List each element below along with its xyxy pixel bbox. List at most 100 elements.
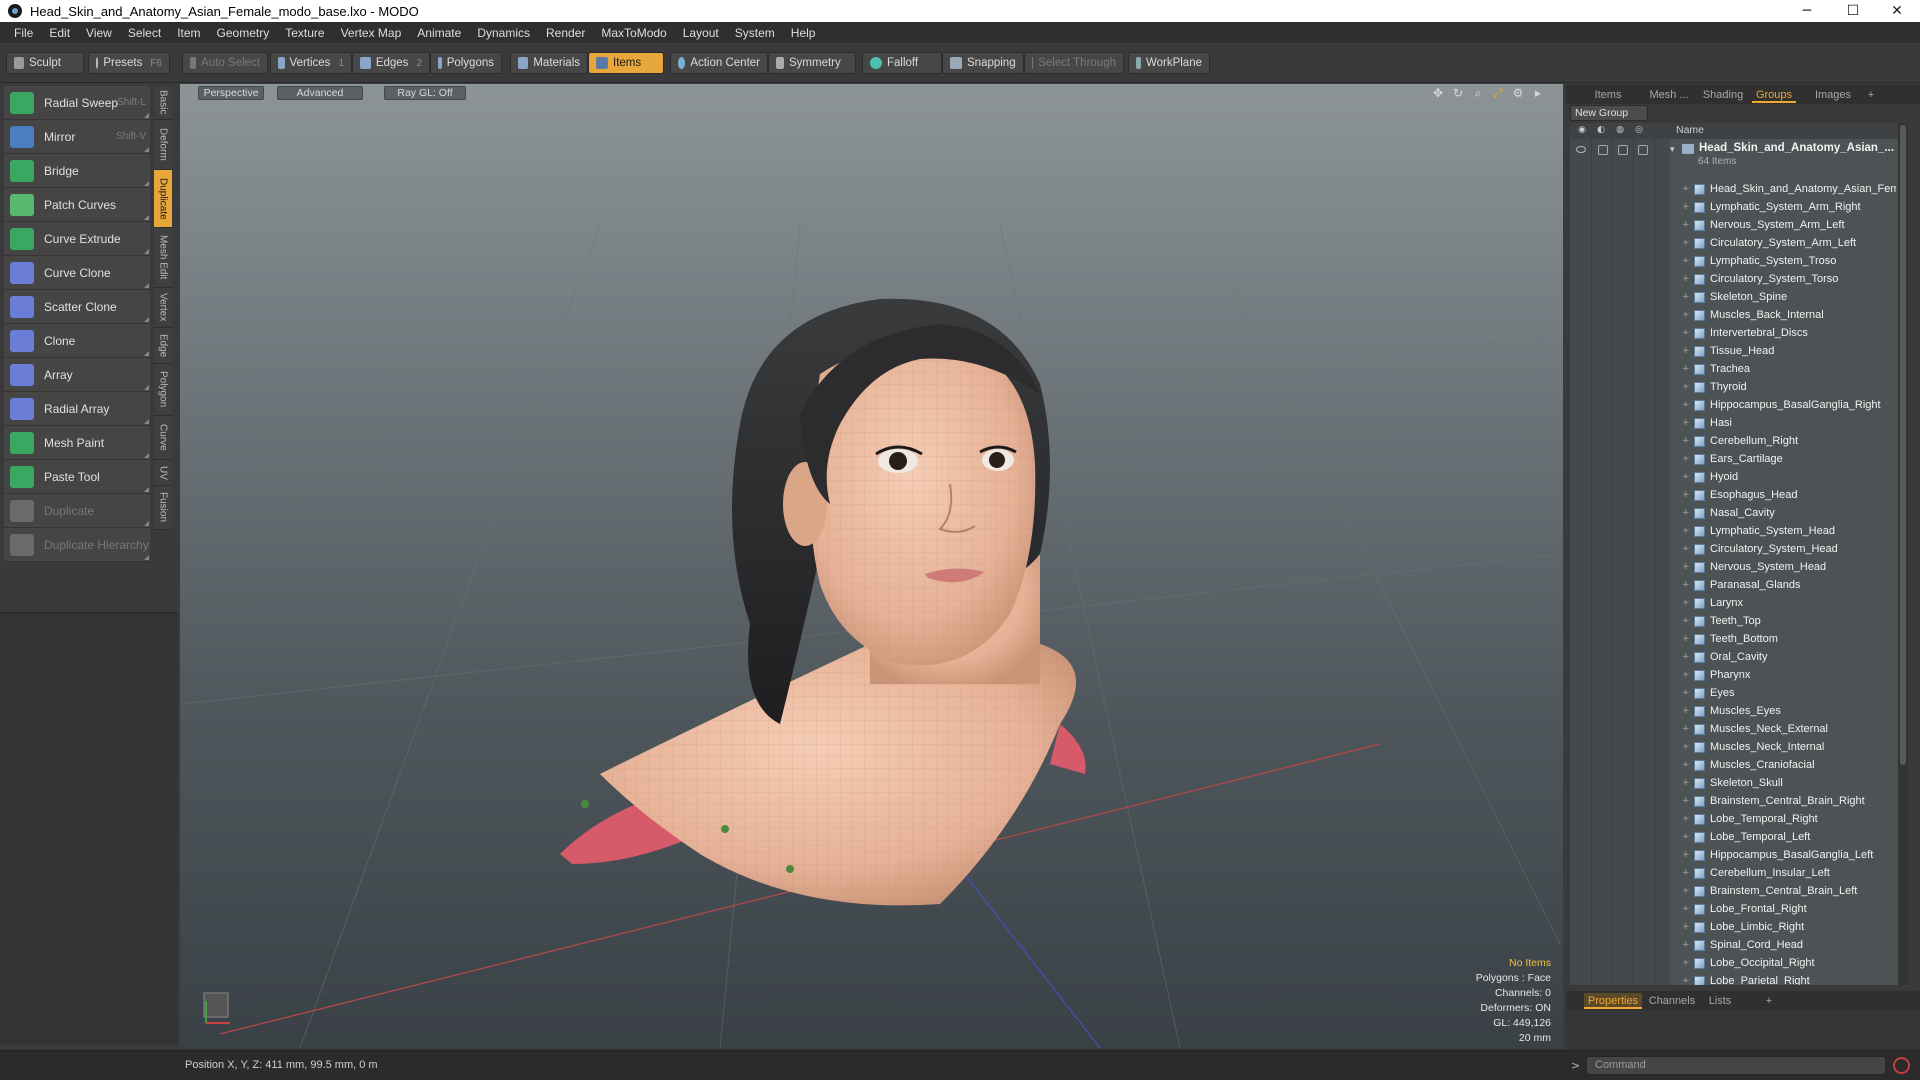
render-toggle-icon[interactable]: ◐	[1594, 125, 1608, 137]
close-button[interactable]: ✕	[1874, 0, 1920, 22]
menu-layout[interactable]: Layout	[675, 26, 727, 40]
tool-radial-sweep[interactable]: Radial Sweep Shift-L	[4, 86, 150, 120]
expand-icon[interactable]: +	[1682, 346, 1690, 356]
tab-add[interactable]: +	[1762, 993, 1776, 1009]
expand-icon[interactable]: +	[1682, 238, 1690, 248]
tree-item[interactable]: + Lobe_Temporal_Right	[1570, 811, 1898, 829]
tab-basic[interactable]: Basic	[154, 86, 172, 120]
tree-item[interactable]: + Intervertebral_Discs	[1570, 325, 1898, 343]
tree-item[interactable]: + Ears_Cartilage	[1570, 451, 1898, 469]
tab-lists[interactable]: Lists	[1700, 993, 1740, 1009]
tree-item[interactable]: + Nasal_Cavity	[1570, 505, 1898, 523]
tree-item[interactable]: + Lobe_Frontal_Right	[1570, 901, 1898, 919]
tree-item[interactable]: + Nervous_System_Arm_Left	[1570, 217, 1898, 235]
tab-vertex[interactable]: Vertex	[154, 288, 172, 328]
expand-icon[interactable]: +	[1682, 670, 1690, 680]
menu-render[interactable]: Render	[538, 26, 593, 40]
expand-icon[interactable]: +	[1682, 832, 1690, 842]
rotate-view-icon[interactable]: ↻	[1451, 86, 1465, 100]
tree-item[interactable]: + Thyroid	[1570, 379, 1898, 397]
group-row[interactable]: ▾ Head_Skin_and_Anatomy_Asian_... 64 Ite…	[1570, 141, 1898, 171]
tool-duplicate-hierarchy[interactable]: Duplicate Hierarchy	[4, 528, 150, 562]
tree-item[interactable]: + Hyoid	[1570, 469, 1898, 487]
expand-icon[interactable]: +	[1682, 598, 1690, 608]
tree-item[interactable]: + Skeleton_Skull	[1570, 775, 1898, 793]
tool-duplicate[interactable]: Duplicate	[4, 494, 150, 528]
expand-icon[interactable]: +	[1682, 814, 1690, 824]
menu-texture[interactable]: Texture	[277, 26, 332, 40]
tool-bridge[interactable]: Bridge	[4, 154, 150, 188]
tab-images[interactable]: Images	[1810, 87, 1856, 103]
view-perspective-tab[interactable]: Perspective	[198, 86, 264, 100]
view-advanced-tab[interactable]: Advanced	[277, 86, 363, 100]
tree-item[interactable]: + Nervous_System_Head	[1570, 559, 1898, 577]
group-select-toggle[interactable]	[1638, 145, 1648, 155]
menu-edit[interactable]: Edit	[41, 26, 78, 40]
menu-help[interactable]: Help	[783, 26, 824, 40]
falloff-button[interactable]: Falloff	[862, 52, 942, 74]
tree-item[interactable]: + Lobe_Limbic_Right	[1570, 919, 1898, 937]
expand-icon[interactable]: +	[1682, 796, 1690, 806]
expand-icon[interactable]: +	[1682, 256, 1690, 266]
tree-item[interactable]: + Trachea	[1570, 361, 1898, 379]
select-icon[interactable]: ◎	[1632, 125, 1646, 137]
expand-icon[interactable]: +	[1682, 274, 1690, 284]
tab-groups[interactable]: Groups	[1752, 87, 1796, 103]
tool-paste-tool[interactable]: Paste Tool	[4, 460, 150, 494]
expand-icon[interactable]: +	[1682, 292, 1690, 302]
expand-icon[interactable]: +	[1682, 364, 1690, 374]
scrollbar-thumb[interactable]	[1900, 125, 1906, 765]
tool-curve-extrude[interactable]: Curve Extrude	[4, 222, 150, 256]
edges-button[interactable]: Edges 2	[352, 52, 430, 74]
snapping-button[interactable]: Snapping	[942, 52, 1024, 74]
menu-system[interactable]: System	[727, 26, 783, 40]
menu-dynamics[interactable]: Dynamics	[469, 26, 538, 40]
tool-clone[interactable]: Clone	[4, 324, 150, 358]
expand-icon[interactable]: +	[1682, 652, 1690, 662]
tool-scatter-clone[interactable]: Scatter Clone	[4, 290, 150, 324]
expand-icon[interactable]: +	[1682, 922, 1690, 932]
sculpt-button[interactable]: Sculpt	[6, 52, 84, 74]
tool-curve-clone[interactable]: Curve Clone	[4, 256, 150, 290]
expand-icon[interactable]: +	[1682, 688, 1690, 698]
tab-polygon[interactable]: Polygon	[154, 364, 172, 416]
expand-icon[interactable]: +	[1682, 400, 1690, 410]
tab-duplicate[interactable]: Duplicate	[154, 170, 172, 228]
collapse-icon[interactable]: ▾	[1670, 145, 1675, 155]
tab-fusion[interactable]: Fusion	[154, 486, 172, 530]
tree-item[interactable]: + Lobe_Occipital_Right	[1570, 955, 1898, 973]
expand-icon[interactable]: +	[1682, 454, 1690, 464]
tree-item[interactable]: + Spinal_Cord_Head	[1570, 937, 1898, 955]
tree-item[interactable]: + Muscles_Back_Internal	[1570, 307, 1898, 325]
expand-icon[interactable]: +	[1682, 202, 1690, 212]
tree-item[interactable]: + Tissue_Head	[1570, 343, 1898, 361]
tree-item[interactable]: + Lobe_Parietal_Right	[1570, 973, 1898, 985]
auto-select-button[interactable]: Auto Select	[182, 52, 268, 74]
expand-icon[interactable]: +	[1682, 490, 1690, 500]
expand-icon[interactable]: +	[1682, 328, 1690, 338]
tree-item[interactable]: + Eyes	[1570, 685, 1898, 703]
tool-array[interactable]: Array	[4, 358, 150, 392]
fit-view-icon[interactable]: ⤢	[1491, 86, 1505, 100]
symmetry-button[interactable]: Symmetry	[768, 52, 856, 74]
lock-icon[interactable]: ◍	[1613, 125, 1627, 137]
expand-icon[interactable]: +	[1682, 184, 1690, 194]
tree-item[interactable]: + Circulatory_System_Arm_Left	[1570, 235, 1898, 253]
command-history-icon[interactable]	[1893, 1057, 1910, 1074]
tab-deform[interactable]: Deform	[154, 120, 172, 170]
ray-gl-tab[interactable]: Ray GL: Off	[384, 86, 466, 100]
vertices-button[interactable]: Vertices 1	[270, 52, 352, 74]
menu-select[interactable]: Select	[120, 26, 169, 40]
tool-mirror[interactable]: Mirror Shift-V	[4, 120, 150, 154]
tree-item[interactable]: + Hippocampus_BasalGanglia_Right	[1570, 397, 1898, 415]
menu-view[interactable]: View	[78, 26, 120, 40]
name-column-header[interactable]: Name	[1676, 124, 1704, 136]
tree-item[interactable]: + Paranasal_Glands	[1570, 577, 1898, 595]
tool-patch-curves[interactable]: Patch Curves	[4, 188, 150, 222]
tree-item[interactable]: + Teeth_Top	[1570, 613, 1898, 631]
menu-animate[interactable]: Animate	[409, 26, 469, 40]
tree-scrollbar[interactable]	[1898, 123, 1908, 985]
zoom-view-icon[interactable]: ⌕	[1471, 86, 1485, 100]
tree-item[interactable]: + Skeleton_Spine	[1570, 289, 1898, 307]
tab-mesh[interactable]: Mesh ...	[1644, 87, 1694, 103]
